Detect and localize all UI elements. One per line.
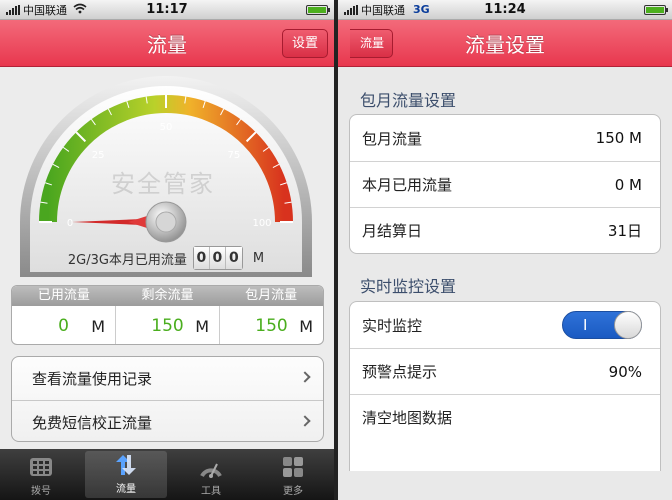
navigation-bar: 流量 流量设置 (338, 20, 672, 67)
navigation-bar: 流量 设置 (0, 20, 334, 67)
tab-more[interactable]: 更多 (252, 449, 334, 500)
stat-used: 0 M (12, 306, 116, 344)
chevron-right-icon (299, 371, 311, 383)
stat-unit: M (91, 316, 105, 336)
monthly-settings-group: 包月流量 150 M 本月已用流量 0 M 月结算日 31日 (349, 114, 661, 254)
row-value: 0 M (614, 175, 642, 194)
status-bar: 中国联通 3G 11:24 (338, 0, 672, 20)
monitor-settings-group: 实时监控 I 预警点提示 90% 清空地图数据 (349, 301, 661, 471)
keypad-icon (28, 455, 54, 479)
row-label: 本月已用流量 (362, 176, 453, 194)
traffic-gauge: 0 25 50 75 100 安全管家 2G/3G本月已用流量 0 0 0 M (16, 72, 316, 277)
settings-button[interactable]: 设置 (281, 29, 328, 58)
toggle-knob (614, 311, 642, 339)
tools-icon (198, 455, 224, 479)
stat-unit: M (195, 316, 209, 336)
stat-remaining: 150 M (116, 306, 220, 344)
more-icon (280, 455, 306, 479)
tab-label: 更多 (283, 486, 303, 497)
gauge-unit: M (252, 250, 265, 266)
back-button[interactable]: 流量 (350, 29, 394, 58)
stat-value: 0 (58, 316, 69, 336)
stats-header-monthly: 包月流量 (245, 288, 298, 303)
usage-odometer: 0 0 0 (192, 246, 243, 270)
action-list: 查看流量使用记录 免费短信校正流量 (11, 356, 324, 442)
row-label: 预警点提示 (362, 363, 438, 381)
row-realtime-monitor: 实时监控 I (350, 302, 660, 348)
sms-calibrate-button[interactable]: 免费短信校正流量 (12, 400, 323, 441)
traffic-stats-table: 已用流量 剩余流量 包月流量 0 M 150 M 150 M (11, 285, 324, 345)
row-used-this-month[interactable]: 本月已用流量 0 M (350, 161, 660, 207)
wifi-icon (73, 3, 87, 17)
chevron-right-icon (299, 415, 311, 427)
gauge-tick-label: 25 (92, 150, 105, 161)
traffic-screen: 中国联通 11:17 流量 设置 0 25 50 75 100 安全管家 2G/… (0, 0, 334, 500)
gauge-tick-label: 0 (67, 218, 73, 229)
traffic-icon (113, 453, 139, 477)
section-title-monitor: 实时监控设置 (360, 277, 457, 296)
tab-label: 工具 (201, 486, 221, 497)
row-value: 31日 (607, 222, 642, 240)
signal-icon (6, 4, 20, 15)
odometer-digit: 0 (209, 247, 226, 269)
row-value: 90% (608, 362, 642, 381)
action-label: 免费短信校正流量 (32, 413, 153, 432)
stats-header: 已用流量 剩余流量 包月流量 (12, 286, 323, 306)
gauge-tick-label: 75 (228, 150, 241, 161)
battery-icon (306, 5, 330, 15)
network-type: 3G (413, 3, 430, 16)
stats-header-used: 已用流量 (37, 288, 90, 303)
tab-bar: 拨号 流量 工具 更多 (0, 449, 334, 500)
row-billing-day[interactable]: 月结算日 31日 (350, 207, 660, 253)
gauge-label: 2G/3G本月已用流量 (67, 252, 187, 268)
odometer-digit: 0 (225, 247, 242, 269)
stat-monthly: 150 M (220, 306, 323, 344)
row-value: 150 M (595, 129, 642, 147)
view-usage-history-button[interactable]: 查看流量使用记录 (12, 357, 323, 400)
status-bar: 中国联通 11:17 (0, 0, 334, 20)
tab-traffic[interactable]: 流量 (85, 451, 167, 498)
traffic-settings-screen: 中国联通 3G 11:24 流量 流量设置 包月流量设置 包月流量 150 M … (338, 0, 672, 500)
stats-header-remaining: 剩余流量 (141, 288, 194, 303)
tab-label: 流量 (116, 484, 136, 495)
stat-unit: M (299, 316, 313, 336)
toggle-state-text: I (583, 316, 588, 334)
gauge-watermark: 安全管家 (111, 170, 215, 198)
row-warning-threshold[interactable]: 预警点提示 90% (350, 348, 660, 394)
tab-label: 拨号 (31, 486, 51, 497)
stats-row: 0 M 150 M 150 M (12, 306, 323, 344)
carrier-name: 中国联通 (23, 3, 67, 17)
carrier-name: 中国联通 (361, 3, 405, 17)
back-button-label: 流量 (360, 36, 385, 50)
stat-value: 150 (255, 316, 288, 336)
action-label: 查看流量使用记录 (32, 370, 153, 388)
page-title: 流量设置 (465, 32, 545, 57)
page-title: 流量 (147, 32, 187, 57)
row-monthly-quota[interactable]: 包月流量 150 M (350, 115, 660, 161)
battery-icon (644, 5, 668, 15)
section-title-monthly: 包月流量设置 (360, 91, 457, 110)
odometer-digit: 0 (193, 247, 210, 269)
tab-dial[interactable]: 拨号 (0, 449, 82, 500)
realtime-monitor-toggle[interactable]: I (562, 311, 642, 339)
gauge-tick-label: 50 (160, 122, 173, 133)
tab-tools[interactable]: 工具 (170, 449, 252, 500)
row-clear-map-data[interactable]: 清空地图数据 (350, 394, 660, 440)
gauge-caption: 2G/3G本月已用流量 0 0 0 M (16, 242, 316, 274)
row-label: 包月流量 (362, 129, 423, 148)
row-label: 清空地图数据 (362, 409, 453, 427)
row-label: 实时监控 (362, 316, 423, 335)
signal-icon (344, 4, 358, 15)
gauge-tick-label: 100 (252, 218, 271, 229)
row-label: 月结算日 (362, 222, 423, 240)
stat-value: 150 (151, 316, 184, 336)
